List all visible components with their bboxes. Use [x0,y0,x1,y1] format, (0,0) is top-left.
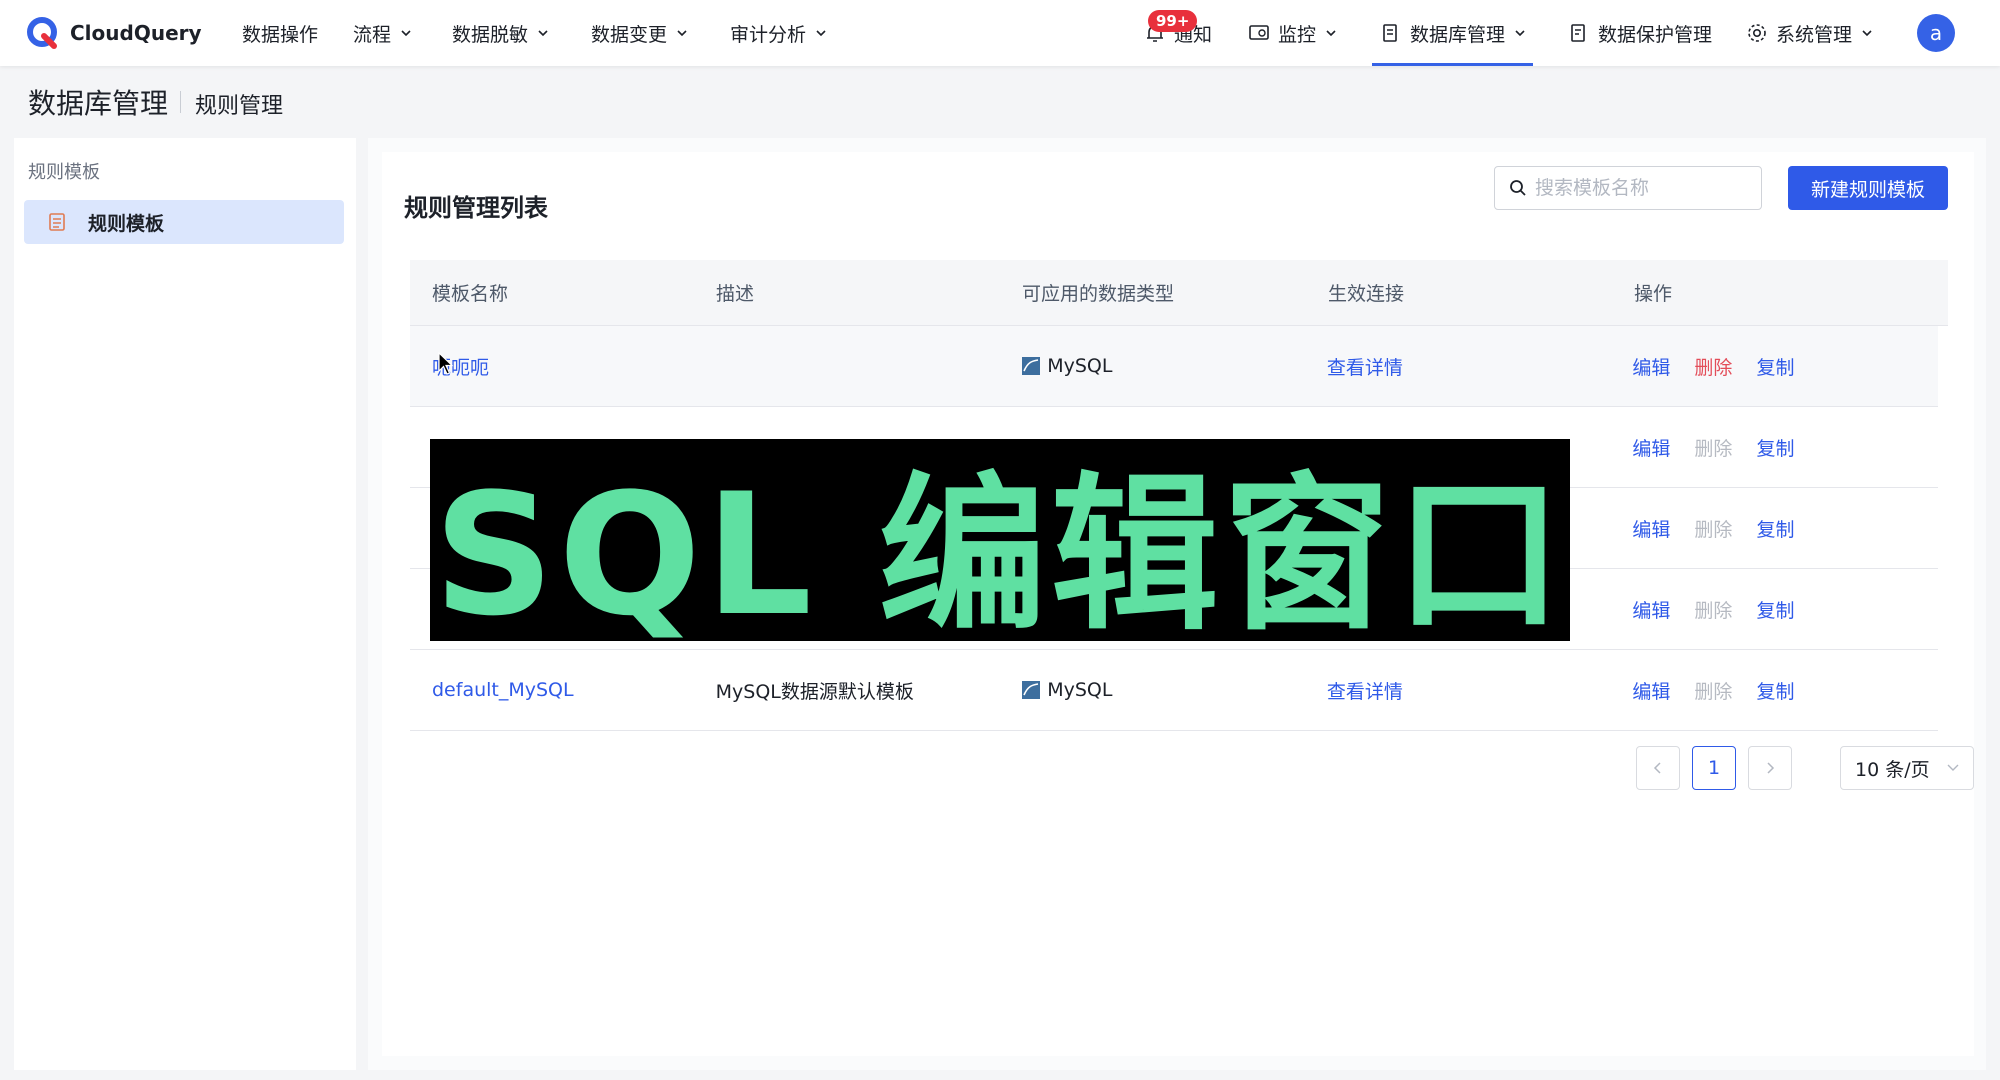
delete-button-disabled: 删除 [1694,680,1733,703]
copy-button[interactable]: 复制 [1756,353,1794,380]
copy-button[interactable]: 复制 [1756,677,1794,704]
chevron-down-icon [1326,30,1336,37]
monitor-icon [1249,25,1269,40]
pagination: 1 10 条/页 [1636,746,1974,790]
top-navbar: CloudQuery 数据操作 流程 数据脱敏 数据变更 审计分析 通知 99+… [0,0,2000,66]
page-title: 规则管理列表 [404,194,548,222]
table-row: 呃呃呃 MySQL 查看详情 编辑 删除 复制 [410,326,1938,407]
nav-data-change[interactable]: 数据变更 [591,0,687,66]
edit-button[interactable]: 编辑 [1632,677,1670,704]
copy-button[interactable]: 复制 [1756,596,1794,623]
app-logo[interactable]: CloudQuery [26,16,202,50]
edit-button[interactable]: 编辑 [1632,596,1670,623]
search-box[interactable] [1494,166,1762,210]
db-type-label: MySQL [1047,679,1113,701]
sidebar-title: 规则模板 [28,162,100,183]
nav-workflow[interactable]: 流程 [353,0,411,66]
copy-button[interactable]: 复制 [1756,434,1794,461]
header-template-name: 模板名称 [432,283,509,305]
nav-data-masking[interactable]: 数据脱敏 [452,0,548,66]
nav-data-operation[interactable]: 数据操作 [242,0,318,66]
chevron-down-icon [1947,764,1959,771]
copy-button[interactable]: 复制 [1756,515,1794,542]
sidebar-item-rule-template[interactable]: 规则模板 [24,200,344,244]
page-number-current[interactable]: 1 [1692,746,1736,790]
edit-button[interactable]: 编辑 [1632,353,1670,380]
delete-button[interactable]: 删除 [1694,353,1732,380]
nav-audit-analysis[interactable]: 审计分析 [730,0,826,66]
nav-data-protection[interactable]: 数据保护管理 [1568,0,1712,66]
delete-button-disabled: 删除 [1694,518,1733,541]
app-name: CloudQuery [70,21,202,45]
chevron-down-icon [816,30,826,37]
chevron-right-icon [1767,762,1775,774]
chevron-down-icon [1515,30,1525,37]
table-header: 模板名称 描述 可应用的数据类型 生效连接 操作 [410,260,1948,326]
prev-page-button[interactable] [1636,746,1680,790]
nav-label: 数据库管理 [1410,23,1506,46]
nav-label: 数据变更 [591,23,668,46]
nav-label: 系统管理 [1776,23,1853,46]
breadcrumb-current: 规则管理 [195,94,284,119]
chevron-down-icon [538,30,548,37]
breadcrumb-divider [180,91,182,113]
page-size-value: 10 条/页 [1855,758,1930,781]
delete-button-disabled: 删除 [1694,599,1733,622]
user-avatar[interactable]: a [1917,14,1955,52]
nav-database-management[interactable]: 数据库管理 [1371,0,1534,66]
search-input[interactable] [1535,177,1755,199]
new-rule-template-button[interactable]: 新建规则模板 [1788,166,1948,210]
view-details-link[interactable]: 查看详情 [1327,681,1403,703]
edit-button[interactable]: 编辑 [1632,434,1670,461]
nav-label: 审计分析 [730,23,807,46]
template-name-link[interactable]: default_MySQL [432,679,574,701]
nav-system-management[interactable]: 系统管理 [1746,0,1872,66]
header-description: 描述 [716,283,755,305]
mouse-cursor-icon [438,352,454,375]
gear-icon [1748,24,1766,42]
header-actions: 操作 [1634,283,1673,305]
nav-label: 监控 [1278,23,1317,46]
search-icon [1510,180,1526,196]
nav-label: 数据操作 [242,23,319,46]
nav-label: 流程 [353,23,392,46]
db-type-label: MySQL [1047,355,1113,377]
chevron-left-icon [1653,762,1661,774]
header-connections: 生效连接 [1328,283,1405,305]
nav-label: 数据保护管理 [1598,23,1713,46]
page-size-select[interactable]: 10 条/页 [1840,746,1974,790]
sidebar: 规则模板 规则模板 [14,138,356,1070]
db-type-cell: MySQL [1021,355,1327,377]
database-doc-icon [1383,24,1397,42]
video-caption-banner: SQL 编辑窗口 [430,439,1570,641]
delete-button-disabled: 删除 [1694,437,1733,460]
table-row: default_MySQL MySQL数据源默认模板 MySQL 查看详情 编辑… [410,650,1938,731]
nav-monitor[interactable]: 监控 [1248,0,1336,66]
cloudquery-logo-icon [27,17,57,49]
edit-button[interactable]: 编辑 [1632,515,1670,542]
header-db-type: 可应用的数据类型 [1022,283,1175,305]
breadcrumb: 数据库管理 规则管理 [28,82,283,122]
mysql-icon [1022,681,1041,699]
nav-label: 数据脱敏 [452,23,529,46]
template-icon [49,213,65,231]
mysql-icon [1022,357,1041,375]
shield-doc-icon [1571,24,1585,42]
view-details-link[interactable]: 查看详情 [1327,357,1403,379]
next-page-button[interactable] [1748,746,1792,790]
notification-badge: 99+ [1148,10,1198,32]
sidebar-item-label: 规则模板 [88,212,165,235]
chevron-down-icon [677,30,687,37]
chevron-down-icon [401,30,411,37]
db-type-cell: MySQL [1021,679,1327,701]
chevron-down-icon [1862,30,1872,37]
template-description: MySQL数据源默认模板 [715,680,914,703]
breadcrumb-main[interactable]: 数据库管理 [28,82,168,122]
